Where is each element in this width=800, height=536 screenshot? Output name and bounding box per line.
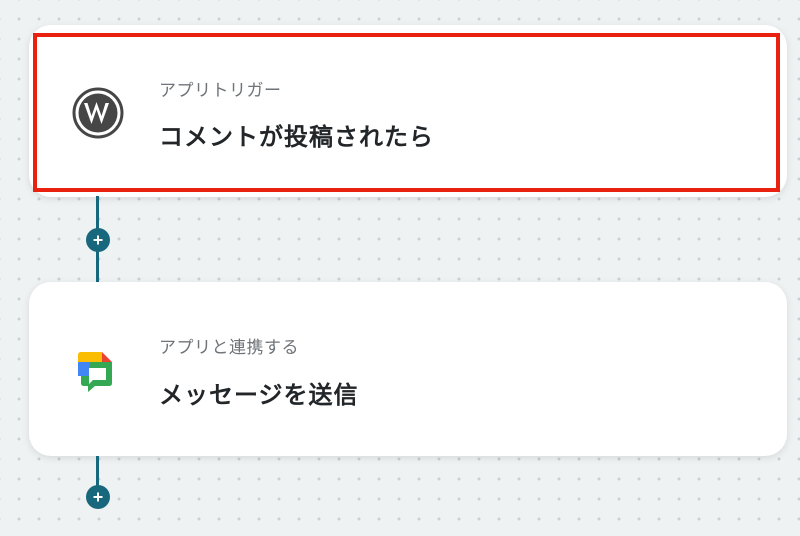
plus-icon: [93, 235, 103, 245]
trigger-title: コメントが投稿されたら: [159, 123, 434, 151]
google-chat-icon: [72, 345, 124, 397]
add-step-button[interactable]: [86, 485, 110, 509]
action-title: メッセージを送信: [159, 381, 359, 409]
trigger-step-card[interactable]: アプリトリガー コメントが投稿されたら: [29, 25, 787, 197]
trigger-kind-label: アプリトリガー: [159, 81, 282, 101]
plus-icon: [93, 492, 103, 502]
action-kind-label: アプリと連携する: [159, 338, 299, 358]
action-step-card[interactable]: アプリと連携する メッセージを送信: [29, 282, 787, 456]
add-step-button[interactable]: [86, 228, 110, 252]
wordpress-icon: [72, 87, 124, 139]
